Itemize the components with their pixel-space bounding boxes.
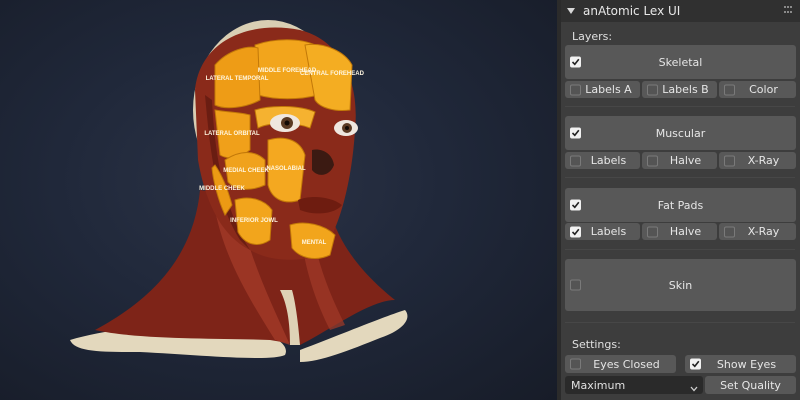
skeletal-labels-b-toggle[interactable]: Labels B xyxy=(642,81,717,98)
quality-value: Maximum xyxy=(571,378,626,392)
fat-pads-halve-checkbox[interactable] xyxy=(647,226,658,237)
muscular-xray-toggle[interactable]: X-Ray xyxy=(719,152,796,169)
muscular-halve-toggle[interactable]: Halve xyxy=(642,152,717,169)
fat-pads-labels-toggle[interactable]: Labels xyxy=(565,223,640,240)
label-inferior-jowl: INFERIOR JOWL xyxy=(230,218,278,224)
skeletal-color-toggle[interactable]: Color xyxy=(719,81,796,98)
skeletal-color-label: Color xyxy=(749,83,778,96)
quality-dropdown[interactable]: Maximum xyxy=(565,376,703,394)
label-middle-cheek: MIDDLE CHEEK xyxy=(199,186,245,192)
3d-viewport[interactable]: LATERAL TEMPORAL MIDDLE FOREHEAD CENTRAL… xyxy=(0,0,557,400)
settings-label: Settings: xyxy=(572,338,621,351)
muscular-labels-toggle[interactable]: Labels xyxy=(565,152,640,169)
fat-pads-halve-toggle[interactable]: Halve xyxy=(642,223,717,240)
show-eyes-toggle[interactable]: Show Eyes xyxy=(685,355,796,373)
muscular-labels-checkbox[interactable] xyxy=(570,155,581,166)
skin-label: Skin xyxy=(668,278,693,292)
eyes-closed-checkbox[interactable] xyxy=(570,358,581,370)
sidebar-panel: anAtomic Lex UI Layers: Skeletal Labels … xyxy=(561,0,800,400)
set-quality-label: Set Quality xyxy=(720,378,781,392)
label-medial-cheek: MEDIAL CHEEK xyxy=(223,168,269,174)
skeletal-labels-b-checkbox[interactable] xyxy=(647,84,658,95)
muscular-xray-label: X-Ray xyxy=(747,154,780,167)
skeletal-label: Skeletal xyxy=(658,55,703,69)
muscular-label: Muscular xyxy=(655,126,706,140)
show-eyes-label: Show Eyes xyxy=(716,357,777,371)
right-pupil xyxy=(345,126,349,130)
label-nasolabial: NASOLABIAL xyxy=(266,166,306,172)
label-lateral-temporal: LATERAL TEMPORAL xyxy=(206,76,269,82)
label-mental: MENTAL xyxy=(302,240,327,246)
skeletal-labels-b-label: Labels B xyxy=(662,83,709,96)
left-pupil xyxy=(284,120,290,126)
skeletal-checkbox[interactable] xyxy=(570,56,581,68)
layer-skeletal-toggle[interactable]: Skeletal xyxy=(565,45,796,79)
anatomy-model: LATERAL TEMPORAL MIDDLE FOREHEAD CENTRAL… xyxy=(70,20,408,362)
fat-pads-label: Fat Pads xyxy=(657,198,704,212)
fat-pads-xray-label: X-Ray xyxy=(747,225,780,238)
eyes-closed-label: Eyes Closed xyxy=(593,357,660,371)
show-eyes-checkbox[interactable] xyxy=(690,358,701,370)
eyes-closed-toggle[interactable]: Eyes Closed xyxy=(565,355,676,373)
drag-handle-icon[interactable] xyxy=(784,6,794,14)
label-central-forehead: CENTRAL FOREHEAD xyxy=(300,71,365,77)
skeletal-labels-a-label: Labels A xyxy=(585,83,632,96)
fat-pads-checkbox[interactable] xyxy=(570,199,581,211)
label-lateral-orbital: LATERAL ORBITAL xyxy=(204,131,260,137)
separator xyxy=(565,177,795,178)
fat-pads-labels-label: Labels xyxy=(590,225,627,238)
panel-title: anAtomic Lex UI xyxy=(583,4,681,18)
skeletal-labels-a-checkbox[interactable] xyxy=(570,84,581,95)
separator xyxy=(565,322,795,323)
muscular-xray-checkbox[interactable] xyxy=(724,155,735,166)
skeletal-labels-a-toggle[interactable]: Labels A xyxy=(565,81,640,98)
muscular-labels-label: Labels xyxy=(590,154,627,167)
fat-pads-xray-toggle[interactable]: X-Ray xyxy=(719,223,796,240)
chevron-down-icon xyxy=(690,382,698,395)
fat-pads-halve-label: Halve xyxy=(669,225,702,238)
separator xyxy=(565,249,795,250)
set-quality-button[interactable]: Set Quality xyxy=(705,376,796,394)
separator xyxy=(565,106,795,107)
layer-skin-toggle[interactable]: Skin xyxy=(565,259,796,311)
layer-fat-pads-toggle[interactable]: Fat Pads xyxy=(565,188,796,222)
skeletal-color-checkbox[interactable] xyxy=(724,84,735,95)
muscular-halve-checkbox[interactable] xyxy=(647,155,658,166)
skin-checkbox[interactable] xyxy=(570,279,581,291)
layer-muscular-toggle[interactable]: Muscular xyxy=(565,116,796,150)
muscular-halve-label: Halve xyxy=(669,154,702,167)
layers-label: Layers: xyxy=(572,30,613,43)
collapse-triangle-icon[interactable] xyxy=(567,7,575,15)
fat-pads-xray-checkbox[interactable] xyxy=(724,226,735,237)
muscular-checkbox[interactable] xyxy=(570,127,581,139)
fat-pads-labels-checkbox[interactable] xyxy=(570,226,581,237)
panel-header[interactable]: anAtomic Lex UI xyxy=(561,0,800,22)
